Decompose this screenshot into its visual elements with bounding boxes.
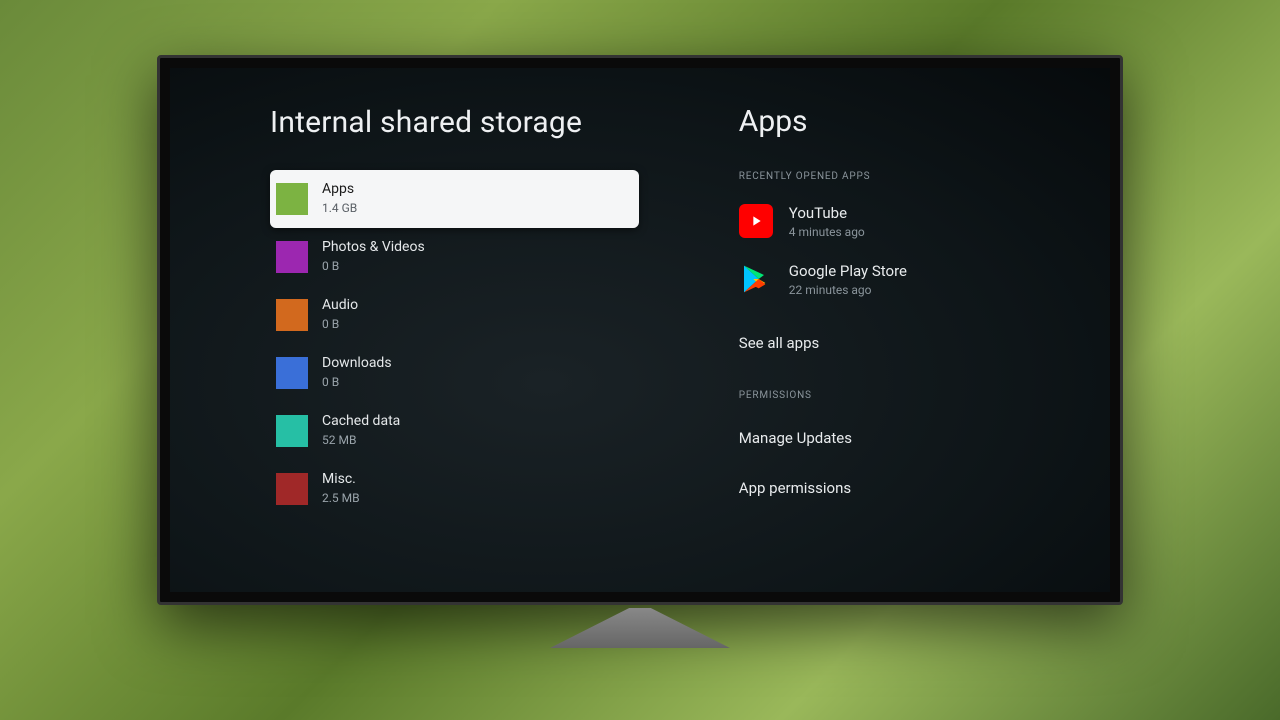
storage-row-audio[interactable]: Audio 0 B <box>270 286 639 344</box>
storage-size: 0 B <box>322 259 425 275</box>
storage-row-misc[interactable]: Misc. 2.5 MB <box>270 460 639 518</box>
app-permissions[interactable]: App permissions <box>739 463 1080 513</box>
storage-label: Photos & Videos <box>322 238 425 256</box>
storage-row-apps[interactable]: Apps 1.4 GB <box>270 170 639 228</box>
storage-size: 0 B <box>322 317 358 333</box>
tv-screen: Internal shared storage Apps 1.4 GB Phot… <box>170 68 1110 592</box>
storage-label: Misc. <box>322 470 360 488</box>
apps-title: Apps <box>739 104 1080 139</box>
storage-label: Cached data <box>322 412 400 430</box>
manage-updates[interactable]: Manage Updates <box>739 413 1080 463</box>
color-swatch-audio <box>276 299 308 331</box>
recent-app-playstore[interactable]: Google Play Store 22 minutes ago <box>739 252 1080 306</box>
see-all-apps[interactable]: See all apps <box>739 318 1080 368</box>
color-swatch-apps <box>276 183 308 215</box>
color-swatch-cached <box>276 415 308 447</box>
color-swatch-misc <box>276 473 308 505</box>
app-timestamp: 4 minutes ago <box>789 225 865 239</box>
storage-size: 52 MB <box>322 433 400 449</box>
app-label: YouTube <box>789 204 865 222</box>
storage-row-photos[interactable]: Photos & Videos 0 B <box>270 228 639 286</box>
app-timestamp: 22 minutes ago <box>789 283 907 297</box>
recent-app-youtube[interactable]: YouTube 4 minutes ago <box>739 194 1080 248</box>
tv-frame: Internal shared storage Apps 1.4 GB Phot… <box>157 55 1123 605</box>
storage-label: Downloads <box>322 354 392 372</box>
storage-label: Apps <box>322 180 357 198</box>
storage-panel: Internal shared storage Apps 1.4 GB Phot… <box>170 104 659 592</box>
storage-label: Audio <box>322 296 358 314</box>
permissions-header: PERMISSIONS <box>739 390 1080 401</box>
storage-row-cached[interactable]: Cached data 52 MB <box>270 402 639 460</box>
storage-size: 2.5 MB <box>322 491 360 507</box>
youtube-icon <box>739 204 773 238</box>
playstore-icon <box>739 262 773 296</box>
storage-row-downloads[interactable]: Downloads 0 B <box>270 344 639 402</box>
page-title: Internal shared storage <box>270 104 639 142</box>
apps-panel: Apps RECENTLY OPENED APPS YouTube 4 minu… <box>659 104 1110 592</box>
storage-size: 1.4 GB <box>322 201 357 217</box>
color-swatch-photos <box>276 241 308 273</box>
app-label: Google Play Store <box>789 262 907 280</box>
color-swatch-downloads <box>276 357 308 389</box>
recent-apps-header: RECENTLY OPENED APPS <box>739 171 1080 182</box>
storage-size: 0 B <box>322 375 392 391</box>
